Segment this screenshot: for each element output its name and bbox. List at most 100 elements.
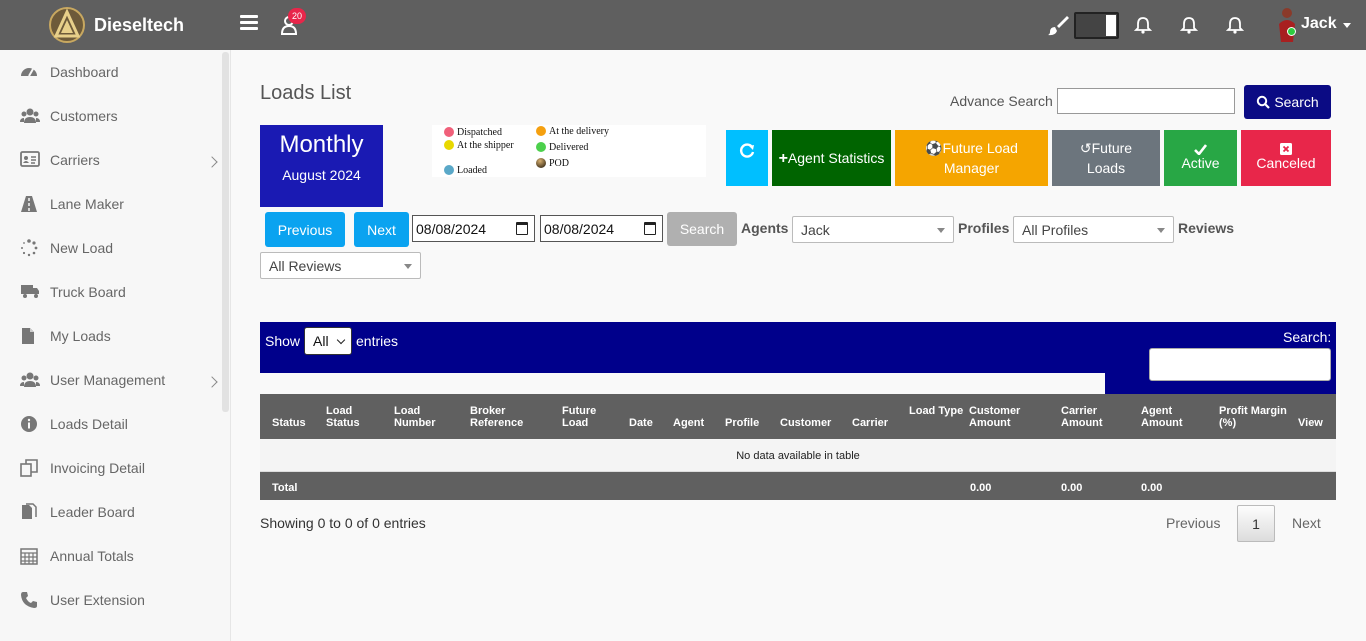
sidebar-item-leader-board[interactable]: Leader Board [0, 490, 222, 534]
truck-icon [20, 283, 39, 301]
sidebar-item-label: Carriers [50, 152, 100, 168]
sidebar-item-truck-board[interactable]: Truck Board [0, 270, 222, 314]
pagination-previous[interactable]: Previous [1166, 515, 1220, 531]
brush-icon[interactable] [1047, 14, 1069, 36]
canceled-button[interactable]: Canceled [1241, 130, 1331, 186]
next-period-button[interactable]: Next [354, 212, 409, 247]
sidebar-item-user-extension[interactable]: User Extension [0, 578, 222, 622]
spinner-icon [20, 239, 38, 257]
filter-search-button[interactable]: Search [667, 212, 737, 246]
advance-search-input[interactable] [1057, 88, 1235, 114]
sidebar-item-label: Customers [50, 108, 118, 124]
column-header-future-load[interactable]: Future Load [562, 405, 624, 429]
sidebar-item-carriers[interactable]: Carriers [0, 138, 222, 182]
legend-dot [536, 142, 546, 152]
sidebar-item-annual-totals[interactable]: Annual Totals [0, 534, 222, 578]
file-icon [20, 327, 38, 345]
sidebar-item-label: New Load [50, 240, 114, 256]
agents-label: Agents [741, 220, 789, 236]
brand-name: Dieseltech [94, 14, 185, 35]
sidebar-item-my-loads[interactable]: My Loads [0, 314, 222, 358]
bell-icon[interactable] [1134, 16, 1152, 34]
column-header-agent[interactable]: Agent [673, 417, 704, 429]
show-label: Show [265, 333, 301, 349]
legend-dot [444, 165, 454, 175]
search-button-label: Search [1274, 94, 1319, 110]
sidebar-item-invoicing-detail[interactable]: Invoicing Detail [0, 446, 222, 490]
calendar-icon[interactable] [644, 222, 656, 235]
copy-icon [20, 459, 38, 477]
previous-period-button[interactable]: Previous [265, 212, 345, 247]
column-header-carrier-amount[interactable]: Carrier Amount [1061, 405, 1123, 429]
column-header-date[interactable]: Date [629, 417, 653, 429]
pagination-next[interactable]: Next [1292, 515, 1321, 531]
column-header-agent-amount[interactable]: Agent Amount [1141, 405, 1203, 429]
column-header-load-status[interactable]: Load Status [326, 405, 388, 429]
user-menu-caret-icon[interactable] [1343, 23, 1351, 28]
dropdown-arrow-icon [937, 228, 945, 233]
legend-item: Dispatched [444, 127, 502, 138]
sidebar-item-user-management[interactable]: User Management [0, 358, 222, 402]
brand[interactable]: Dieseltech [48, 6, 184, 44]
avatar[interactable] [1276, 6, 1298, 44]
advance-search-button[interactable]: Search [1244, 85, 1331, 119]
bell-icon[interactable] [1180, 16, 1198, 34]
total-customer-amount: 0.00 [970, 482, 992, 494]
files-icon [20, 503, 38, 521]
profiles-select[interactable]: All Profiles [1013, 216, 1174, 243]
column-header-customer-amount[interactable]: Customer Amount [969, 405, 1031, 429]
future-loads-button[interactable]: ↺Future Loads [1052, 130, 1160, 186]
logo-icon [49, 7, 85, 43]
date-to-input[interactable]: 08/08/2024 [540, 215, 663, 242]
column-header-profile[interactable]: Profile [725, 417, 759, 429]
dropdown-arrow-icon [1157, 228, 1165, 233]
agents-select[interactable]: Jack [792, 216, 954, 243]
menu-toggle-icon[interactable] [240, 15, 258, 31]
column-header-customer[interactable]: Customer [780, 417, 831, 429]
sidebar-item-label: Lane Maker [50, 196, 124, 212]
column-header-load-type[interactable]: Load Type [909, 405, 971, 417]
notification-badge: 20 [288, 8, 306, 24]
bell-icon[interactable] [1226, 16, 1244, 34]
total-label: Total [272, 482, 298, 494]
column-header-broker-reference[interactable]: Broker Reference [470, 405, 532, 429]
refresh-button[interactable] [726, 130, 768, 186]
reviews-select[interactable]: All Reviews [260, 252, 421, 279]
futbol-icon: ⚽ [925, 140, 943, 156]
date-to-value: 08/08/2024 [544, 220, 615, 237]
column-header-load-number[interactable]: Load Number [394, 405, 456, 429]
sidebar-item-dashboard[interactable]: Dashboard [0, 50, 222, 94]
date-from-input[interactable]: 08/08/2024 [412, 215, 535, 242]
sidebar-item-label: Truck Board [50, 284, 126, 300]
column-header-profit-margin[interactable]: Profit Margin (%) [1219, 405, 1289, 429]
sidebar-item-customers[interactable]: Customers [0, 94, 222, 138]
canceled-label: Canceled [1256, 155, 1316, 171]
legend-dot [536, 126, 546, 136]
sidebar-item-lane-maker[interactable]: Lane Maker [0, 182, 222, 226]
username[interactable]: Jack [1301, 15, 1337, 33]
sidebar-item-loads-detail[interactable]: Loads Detail [0, 402, 222, 446]
column-header-status[interactable]: Status [272, 417, 306, 429]
profiles-select-value: All Profiles [1022, 221, 1089, 238]
pagination-page[interactable]: 1 [1237, 505, 1275, 542]
table-search-input[interactable] [1149, 348, 1331, 381]
column-header-carrier[interactable]: Carrier [852, 417, 888, 429]
agent-statistics-button[interactable]: +Agent Statistics [772, 130, 891, 186]
table-info: Showing 0 to 0 of 0 entries [260, 515, 426, 531]
calendar-icon[interactable] [516, 222, 528, 235]
active-button[interactable]: Active [1164, 130, 1237, 186]
column-header-view[interactable]: View [1298, 417, 1323, 429]
theme-toggle[interactable] [1074, 12, 1119, 39]
entries-select[interactable]: All [304, 327, 352, 355]
agent-statistics-text: Agent Statistics [787, 149, 885, 166]
page-title: Loads List [260, 82, 352, 104]
future-load-manager-button[interactable]: ⚽Future Load Manager [895, 130, 1048, 186]
sidebar-item-new-load[interactable]: New Load [0, 226, 222, 270]
sidebar-scrollbar[interactable] [222, 52, 229, 412]
date-from-value: 08/08/2024 [416, 220, 487, 237]
future-loads-text: Future Loads [1086, 140, 1133, 176]
legend-dot [444, 127, 454, 137]
road-icon [20, 195, 38, 213]
legend-dot [536, 158, 546, 168]
chevron-right-icon [206, 376, 218, 388]
